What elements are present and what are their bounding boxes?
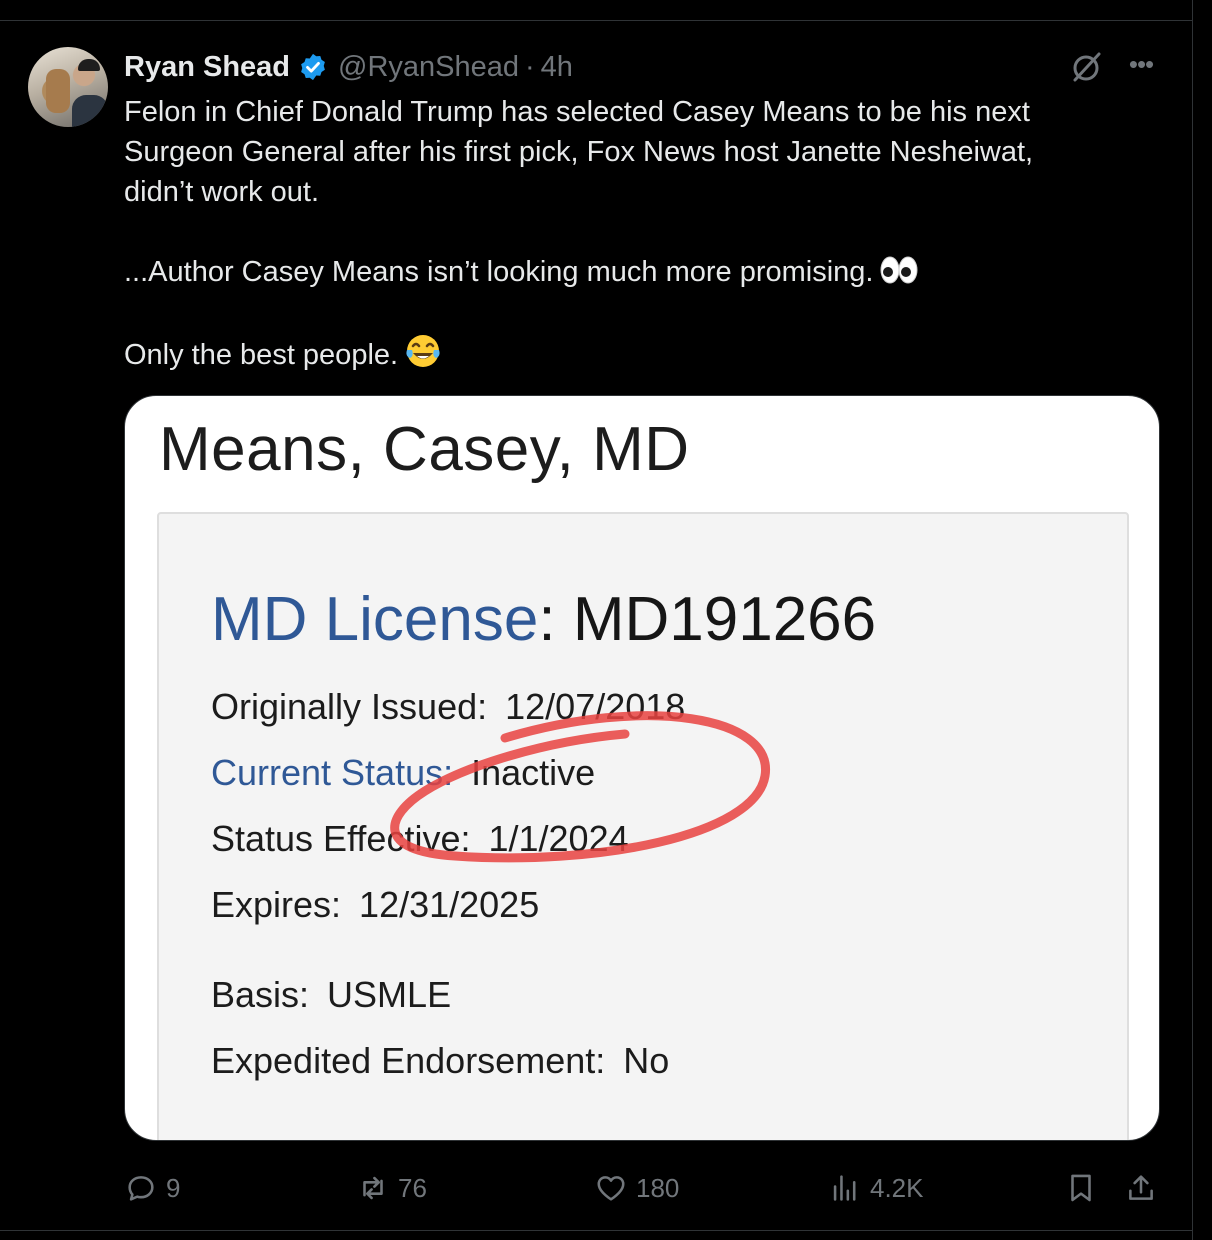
field-status-effective: Status Effective: 1/1/2024 (211, 818, 629, 860)
tweet-line-5-text: Only the best people. (124, 339, 399, 371)
analytics-icon (833, 1175, 856, 1201)
share-button[interactable] (1124, 1168, 1166, 1208)
field-label: Expedited Endorsement: (211, 1040, 606, 1081)
grok-icon[interactable] (1070, 50, 1104, 84)
tweet-line-5: Only the best people. (124, 332, 1164, 375)
license-details-panel: MD License: MD191266 Originally Issued: 1… (157, 512, 1129, 1140)
avatar-person (72, 95, 108, 127)
like-button[interactable]: 180 (594, 1168, 679, 1208)
license-label: MD License (211, 585, 539, 654)
media-image-card[interactable]: Means, Casey, MD MD License: MD191266 Or… (124, 395, 1160, 1141)
tweet-text: Felon in Chief Donald Trump has selected… (124, 92, 1164, 375)
view-count: 4.2K (870, 1172, 924, 1203)
repost-button[interactable]: 76 (356, 1168, 427, 1208)
author-handle[interactable]: @RyanShead (338, 51, 519, 84)
views-button[interactable]: 4.2K (828, 1168, 924, 1208)
field-value: USMLE (327, 974, 452, 1015)
verified-badge-icon[interactable] (298, 52, 328, 82)
bookmark-icon (1071, 1174, 1091, 1202)
right-divider (1192, 0, 1193, 1240)
tweet-actions-bar: 9 76 180 4.2K (124, 1168, 1164, 1208)
bookmark-button[interactable] (1064, 1168, 1106, 1208)
tweet-timestamp[interactable]: 4h (541, 51, 573, 84)
license-colon: : (538, 585, 556, 654)
reply-count: 9 (166, 1172, 181, 1203)
field-current-status: Current Status: Inactive (211, 752, 595, 794)
avatar[interactable] (28, 47, 108, 127)
field-value: Inactive (471, 752, 596, 793)
tweet-line-2: Surgeon General after his first pick, Fo… (124, 136, 1034, 168)
field-expires: Expires: 12/31/2025 (211, 884, 539, 926)
field-value: 1/1/2024 (488, 818, 629, 859)
top-divider (0, 20, 1192, 21)
reply-icon (128, 1176, 154, 1201)
license-holder-name: Means, Casey, MD (159, 415, 690, 484)
field-originally-issued: Originally Issued: 12/07/2018 (211, 686, 685, 728)
repost-icon (363, 1176, 383, 1200)
field-value: No (623, 1040, 670, 1081)
share-icon (1129, 1175, 1153, 1200)
header-separator: · (525, 50, 535, 83)
tweet-header: Ryan Shead @RyanShead · 4h (124, 50, 573, 84)
field-value: 12/07/2018 (505, 686, 686, 727)
bottom-divider (0, 1230, 1192, 1231)
tweet-line-4-text: ...Author Casey Means isn’t looking much… (124, 256, 874, 288)
repost-count: 76 (398, 1172, 427, 1203)
tweet-line-1: Felon in Chief Donald Trump has selected… (124, 96, 1030, 128)
avatar-cap (78, 59, 100, 71)
more-options-icon[interactable]: ••• (1124, 51, 1158, 82)
field-label: Current Status: (211, 752, 454, 793)
field-label: Originally Issued: (211, 686, 488, 727)
field-label: Expires: (211, 884, 342, 925)
reply-button[interactable]: 9 (124, 1168, 180, 1208)
field-basis: Basis: USMLE (211, 974, 451, 1016)
like-count: 180 (636, 1172, 680, 1203)
tweet-line-4: ...Author Casey Means isn’t looking much… (124, 252, 1164, 292)
tweet-line-3: didn’t work out. (124, 176, 320, 208)
field-label: Basis: (211, 974, 310, 1015)
field-label: Status Effective: (211, 818, 471, 859)
eyes-emoji-icon (880, 256, 918, 284)
heart-icon (597, 1176, 625, 1201)
author-name[interactable]: Ryan Shead (124, 51, 290, 84)
tears-of-joy-emoji-icon (406, 335, 440, 367)
field-value: 12/31/2025 (359, 884, 540, 925)
license-number: MD191266 (572, 585, 877, 654)
license-line: MD License: MD191266 (211, 584, 876, 655)
avatar-dog (46, 69, 70, 113)
field-expedited-endorsement: Expedited Endorsement: No (211, 1040, 669, 1082)
